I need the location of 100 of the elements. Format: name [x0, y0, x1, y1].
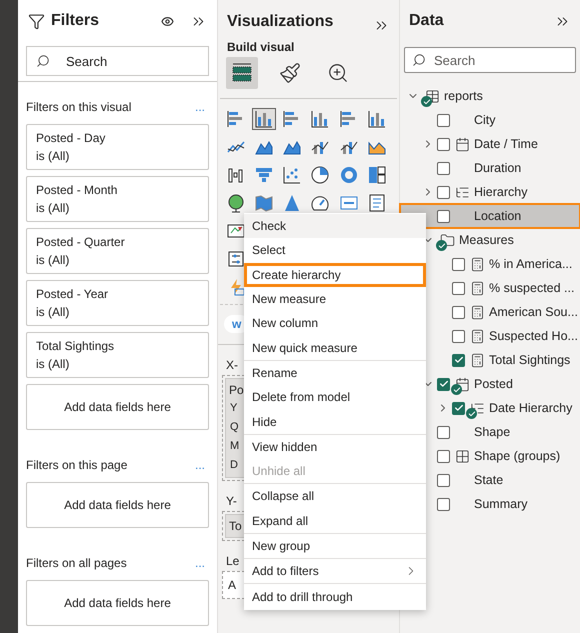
field-label: Location — [474, 208, 522, 225]
filter-card[interactable]: Posted - Day is (All) — [26, 124, 209, 170]
add-fields-dropzone[interactable]: Add data fields here — [26, 384, 209, 430]
calculator-icon — [470, 304, 484, 320]
field-label: Shape — [474, 424, 510, 441]
checkbox[interactable] — [437, 114, 450, 126]
magnifier-icon — [327, 62, 349, 84]
well-label: Le — [225, 553, 240, 570]
visual-type-icon — [366, 109, 387, 129]
visual-type-icon — [282, 165, 302, 185]
calculator-icon — [470, 280, 484, 296]
well-label: Y- — [225, 493, 238, 510]
grid-icon — [454, 448, 470, 464]
search-field[interactable]: Search — [26, 46, 209, 76]
visual-type-icon — [310, 109, 330, 129]
checkbox[interactable] — [452, 258, 465, 270]
field-label: State — [474, 472, 504, 489]
visual-type-icon — [254, 165, 274, 185]
filter-field: Posted - Quarter — [36, 234, 199, 250]
checkbox[interactable] — [437, 450, 450, 462]
checkbox[interactable] — [437, 186, 450, 198]
well-field-label: Po — [229, 382, 244, 399]
paintbrush-icon — [279, 62, 301, 84]
well-subfield: Q — [229, 420, 239, 435]
filter-condition: is (All) — [36, 356, 70, 372]
check-badge-icon — [466, 408, 477, 419]
pane-title: Visualizations — [227, 12, 334, 32]
checkbox[interactable] — [437, 162, 450, 174]
field-row[interactable]: Hierarchy — [400, 180, 580, 204]
field-label: Total Sightings — [489, 352, 570, 369]
field-row[interactable]: Date / Time — [400, 132, 580, 156]
well-label: X- — [225, 357, 239, 374]
well-field-label: To — [229, 518, 242, 535]
checkbox[interactable] — [452, 306, 465, 318]
checkbox[interactable] — [452, 282, 465, 294]
field-label: American Sou... — [489, 304, 578, 321]
filter-field: Total Sightings — [36, 338, 199, 354]
checkbox[interactable] — [437, 138, 450, 150]
more-options[interactable]: ... — [194, 554, 209, 572]
calculator-icon — [470, 256, 484, 272]
search-field[interactable]: Search — [404, 47, 576, 73]
visual-type-icon — [338, 165, 359, 185]
visual-type-icon — [254, 109, 274, 129]
visual-type-icon — [310, 193, 330, 213]
filter-card[interactable]: Total Sightings is (All) — [26, 332, 209, 378]
field-row[interactable]: reports — [400, 84, 580, 108]
more-options[interactable]: ... — [194, 98, 209, 116]
hierarchy-icon — [454, 184, 470, 200]
filter-condition: is (All) — [36, 200, 70, 216]
field-row[interactable]: Location — [400, 204, 580, 228]
field-label: Shape (groups) — [474, 448, 560, 465]
more-options[interactable]: ... — [194, 456, 209, 474]
filter-card[interactable]: Posted - Month is (All) — [26, 176, 209, 222]
visual-type-icon — [310, 165, 330, 185]
check-badge-icon — [436, 240, 447, 251]
visual-type-button[interactable] — [252, 108, 276, 130]
add-fields-dropzone[interactable]: Add data fields here — [26, 482, 209, 528]
calculator-icon — [470, 328, 484, 344]
filter-condition: is (All) — [36, 148, 70, 164]
menu-item[interactable]: New group — [244, 534, 426, 558]
field-label: Posted — [474, 376, 513, 393]
section-title: Build visual — [226, 39, 296, 56]
field-label: Summary — [474, 496, 528, 513]
field-label: Date / Time — [474, 136, 538, 153]
add-fields-dropzone[interactable]: Add data fields here — [26, 580, 209, 626]
eye-icon[interactable] — [161, 14, 174, 28]
field-label: % suspected ... — [489, 280, 574, 297]
field-label: Duration — [474, 160, 522, 177]
field-label: City — [474, 112, 496, 129]
checkbox[interactable] — [437, 498, 450, 510]
filter-condition: is (All) — [36, 304, 70, 320]
checkbox[interactable] — [452, 354, 465, 366]
well-field-label: A — [228, 577, 236, 594]
field-label: Date Hierarchy — [489, 400, 572, 417]
menu-item[interactable]: Add to drill through — [244, 584, 426, 609]
checkbox[interactable] — [452, 402, 465, 414]
field-label: Measures — [459, 232, 514, 249]
check-badge-icon — [421, 96, 432, 107]
checkbox[interactable] — [437, 474, 450, 486]
pane-tab[interactable] — [226, 57, 258, 89]
filter-field: Posted - Day — [36, 130, 199, 146]
visual-type-icon — [366, 165, 387, 185]
filter-card[interactable]: Posted - Quarter is (All) — [26, 228, 209, 274]
checkbox[interactable] — [452, 330, 465, 342]
field-row[interactable]: City — [400, 108, 580, 132]
field-label: Suspected Ho... — [489, 328, 578, 345]
well-subfield: M — [229, 439, 240, 454]
menu-item[interactable]: Check — [244, 214, 426, 238]
well-subfield: D — [229, 458, 238, 473]
filter-condition: is (All) — [36, 252, 70, 268]
checkbox[interactable] — [437, 210, 450, 222]
calendar-icon — [454, 376, 470, 392]
checkbox[interactable] — [437, 378, 450, 390]
section-title: Filters on all pages — [26, 555, 127, 572]
filter-card[interactable]: Posted - Year is (All) — [26, 280, 209, 326]
menu-item[interactable]: Add to filters — [244, 559, 426, 584]
checkbox[interactable] — [437, 426, 450, 438]
visual-type-icon — [254, 193, 274, 213]
field-row[interactable]: Duration — [400, 156, 580, 180]
field-label: Hierarchy — [474, 184, 528, 201]
